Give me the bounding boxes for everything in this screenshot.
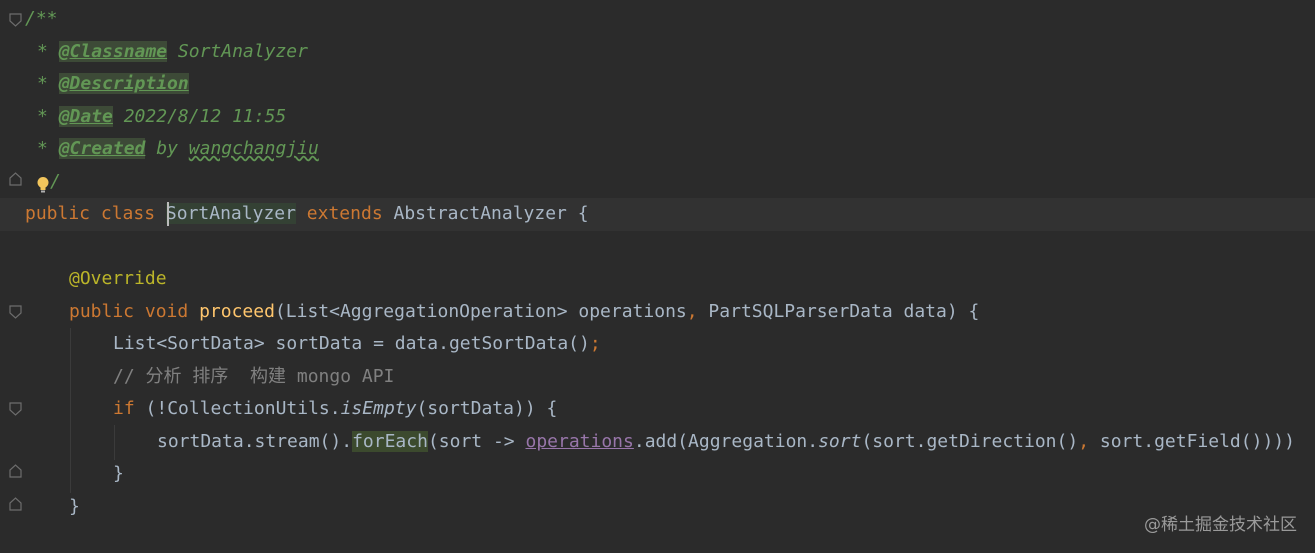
comma: , (686, 301, 698, 322)
code-line[interactable]: @Override (0, 263, 1315, 296)
doc-date-value: 2022/8/12 11:55 (123, 106, 287, 127)
semicolon: ; (589, 333, 601, 354)
code-line[interactable]: * @Classname SortAnalyzer (0, 36, 1315, 69)
add-call: .add(Aggregation. (633, 431, 819, 452)
method-forEach: forEach (352, 431, 428, 452)
text-caret (167, 202, 169, 226)
watermark: @稀土掘金技术社区 (1144, 515, 1297, 535)
line-comment: // 分析 排序 构建 mongo API (113, 366, 395, 387)
doc-tag-description: @Description (58, 73, 189, 94)
close-brace: } (69, 496, 80, 517)
statement: List<SortData> sortData = data.getSortDa… (113, 333, 590, 354)
code-line[interactable]: public void proceed(List<AggregationOper… (0, 296, 1315, 329)
code-line[interactable]: // 分析 排序 构建 mongo API (0, 361, 1315, 394)
class-name: SortAnalyzer (165, 203, 296, 224)
lightbulb-icon[interactable] (36, 176, 50, 194)
doc-created-author: wangchangjiu (188, 138, 319, 159)
comma: , (1078, 431, 1090, 452)
doc-star: * (37, 106, 48, 127)
static-method-isEmpty: isEmpty (340, 398, 417, 419)
doc-created-by: by (156, 138, 178, 159)
code-line[interactable]: sortData.stream().forEach(sort -> operat… (0, 426, 1315, 459)
doc-star: * (37, 41, 48, 62)
keyword-public: public (69, 301, 135, 322)
keyword-if: if (113, 398, 135, 419)
stream-call: sortData.stream(). (157, 431, 353, 452)
method-params-rest: PartSQLParserData data) { (697, 301, 980, 322)
doc-tag-created: @Created (58, 138, 146, 159)
code-line-current[interactable]: public class SortAnalyzer extends Abstra… (0, 198, 1315, 231)
field-operations: operations (525, 431, 634, 452)
parent-class-name: AbstractAnalyzer (393, 203, 567, 224)
doc-comment-close: / (50, 171, 61, 192)
code-line[interactable]: if (!CollectionUtils.isEmpty(sortData)) … (0, 393, 1315, 426)
sort-args-rest: sort.getField())) (1089, 431, 1285, 452)
method-name: proceed (199, 301, 275, 322)
sort-args: (sort.getDirection() (861, 431, 1079, 452)
code-line[interactable]: /** (0, 3, 1315, 36)
code-line[interactable]: * @Date 2022/8/12 11:55 (0, 101, 1315, 134)
code-line[interactable]: } (0, 491, 1315, 524)
doc-classname-value: SortAnalyzer (177, 41, 308, 62)
code-line[interactable]: * @Description (0, 68, 1315, 101)
closing-paren: ) (1284, 431, 1295, 452)
if-condition: (!CollectionUtils. (134, 398, 341, 419)
doc-star: * (37, 73, 48, 94)
method-params: (List<AggregationOperation> operations (274, 301, 687, 322)
keyword-public: public (25, 203, 91, 224)
code-line[interactable]: / (0, 166, 1315, 199)
open-brace: { (577, 203, 589, 224)
code-editor[interactable]: /** * @Classname SortAnalyzer * @Descrip… (0, 0, 1315, 553)
doc-comment-open: /** (25, 8, 58, 29)
doc-tag-date: @Date (58, 106, 113, 127)
static-method-sort: sort (818, 431, 862, 452)
code-line[interactable]: List<SortData> sortData = data.getSortDa… (0, 328, 1315, 361)
code-line[interactable]: } (0, 458, 1315, 491)
keyword-class: class (100, 203, 156, 224)
doc-tag-classname: @Classname (58, 41, 168, 62)
code-line[interactable]: * @Created by wangchangjiu (0, 133, 1315, 166)
if-condition-rest: (sortData)) { (416, 398, 558, 419)
lambda-start: (sort -> (427, 431, 526, 452)
doc-star: * (37, 138, 48, 159)
close-brace: } (113, 463, 124, 484)
keyword-void: void (144, 301, 189, 322)
annotation-override: @Override (69, 268, 167, 289)
keyword-extends: extends (306, 203, 383, 224)
